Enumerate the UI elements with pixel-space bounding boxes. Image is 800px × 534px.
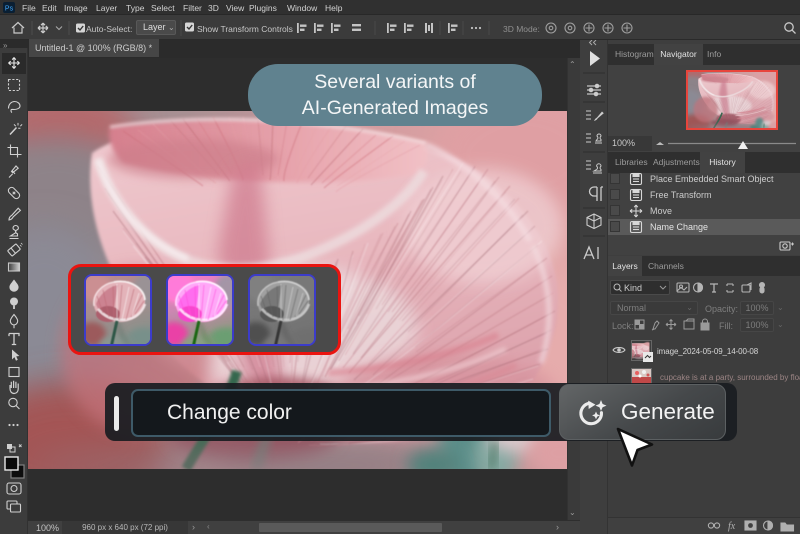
svg-text:fx: fx: [728, 521, 736, 532]
svg-text:Ps: Ps: [5, 5, 14, 12]
